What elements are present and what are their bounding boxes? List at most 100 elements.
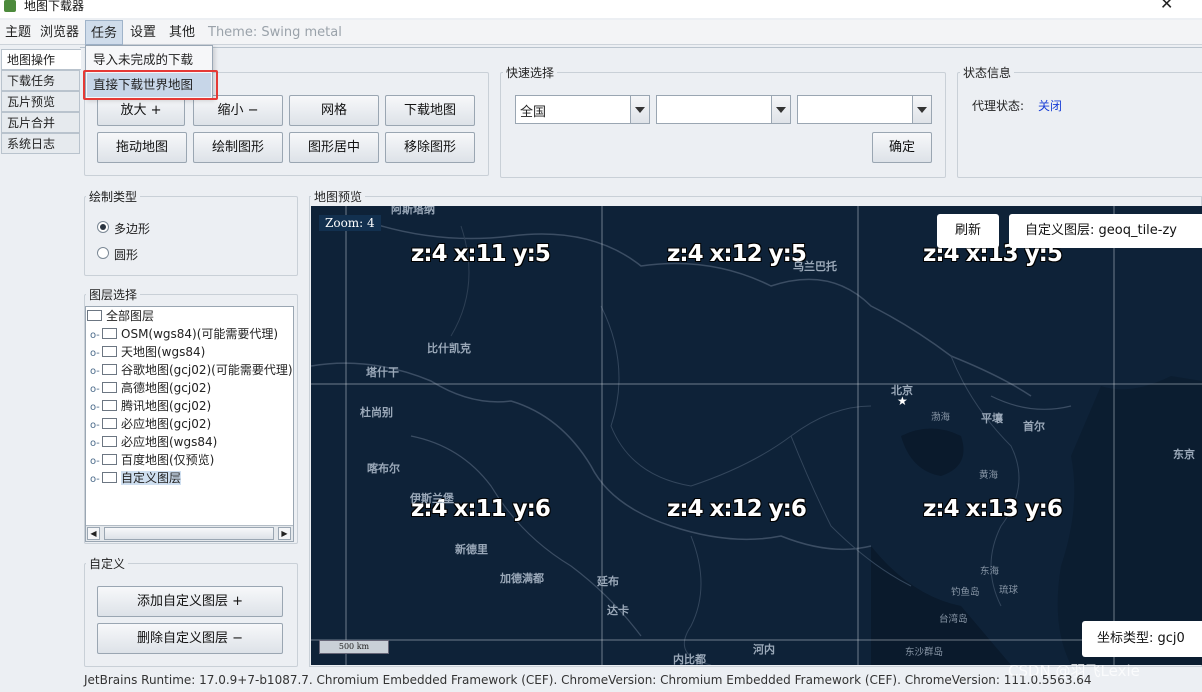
window-title: 地图下载器	[24, 0, 85, 13]
district-select[interactable]	[797, 95, 932, 124]
refresh-button[interactable]: 刷新	[937, 214, 999, 248]
city-label: 北京	[891, 384, 913, 397]
proxy-status-label: 代理状态:	[972, 99, 1025, 113]
tree-item-gaode[interactable]: o‑ 高德地图(gcj02)	[90, 379, 211, 397]
city-label: 钓鱼岛	[951, 587, 980, 598]
city-label: 乌兰巴托	[793, 260, 837, 273]
polygon-radio-label: 多边形	[114, 222, 151, 236]
draw-type-title: 绘制类型	[86, 188, 141, 205]
tree-item-label: 腾讯地图(gcj02)	[121, 399, 212, 413]
close-icon[interactable]: ✕	[1160, 0, 1173, 13]
tree-item-label: 谷歌地图(gcj02)(可能需要代理)	[121, 363, 293, 377]
folder-icon	[102, 364, 117, 375]
tree-item-label: 自定义图层	[121, 471, 182, 485]
tree-item-label: 天地图(wgs84)	[121, 345, 206, 359]
content-divider	[80, 47, 1202, 48]
draw-shape-button[interactable]: 绘制图形	[193, 132, 283, 163]
runtime-status-bar: JetBrains Runtime: 17.0.9+7-b1087.7. Chr…	[84, 673, 1092, 687]
city-label: 东京	[1173, 448, 1195, 461]
tile-label: z:4 x:12 y:5	[667, 241, 807, 267]
chevron-down-icon[interactable]	[630, 96, 649, 123]
tree-item-label: 百度地图(仅预览)	[121, 453, 215, 467]
layer-tree[interactable]: 全部图层 o‑ OSM(wgs84)(可能需要代理) o‑ 天地图(wgs84) o…	[85, 306, 294, 542]
city-label: 平壤	[981, 412, 1003, 425]
watermark: CSDN @羽飞Lexie	[1008, 662, 1140, 680]
tree-item-google[interactable]: o‑ 谷歌地图(gcj02)(可能需要代理)	[90, 361, 293, 379]
city-label: 东海	[980, 566, 1000, 577]
remove-custom-layer-button[interactable]: 删除自定义图层 −	[97, 623, 283, 654]
tab-tile-preview[interactable]: 瓦片预览	[1, 91, 80, 112]
city-label: 渤海	[931, 412, 951, 423]
city-label: 内比都	[673, 653, 706, 665]
city-label: 台湾岛	[939, 614, 968, 625]
download-map-button[interactable]: 下载地图	[385, 95, 475, 126]
folder-icon	[102, 418, 117, 429]
folder-icon	[102, 400, 117, 411]
map-boundaries: ★	[311, 206, 1202, 665]
map-preview-title: 地图预览	[311, 188, 366, 205]
city-label: 河内	[753, 643, 775, 656]
quick-select-title: 快速选择	[503, 64, 558, 81]
center-shape-button[interactable]: 图形居中	[289, 132, 379, 163]
menu-settings[interactable]: 设置	[125, 20, 161, 45]
tile-label: z:4 x:13 y:6	[923, 496, 1063, 522]
province-select[interactable]: 全国	[515, 95, 650, 124]
remove-shape-button[interactable]: 移除图形	[385, 132, 475, 163]
add-custom-layer-button[interactable]: 添加自定义图层 +	[97, 586, 283, 617]
city-label: 喀布尔	[367, 462, 400, 475]
folder-icon	[102, 382, 117, 393]
tree-item-tianditu[interactable]: o‑ 天地图(wgs84)	[90, 343, 205, 361]
chevron-down-icon[interactable]	[771, 96, 790, 123]
city-label: 伊斯兰堡	[410, 492, 454, 505]
tab-tile-merge[interactable]: 瓦片合并	[1, 112, 80, 133]
city-label: 达卡	[607, 604, 629, 617]
menu-item-import-unfinished[interactable]: 导入未完成的下载	[87, 48, 211, 72]
tree-item-bing-wgs[interactable]: o‑ 必应地图(wgs84)	[90, 433, 217, 451]
tab-system-log[interactable]: 系统日志	[1, 133, 80, 154]
confirm-button[interactable]: 确定	[872, 132, 932, 163]
city-label: 廷布	[597, 575, 619, 588]
circle-radio[interactable]	[97, 247, 109, 259]
scale-bar: 500 km	[319, 640, 389, 654]
city-label: 杜尚别	[360, 406, 393, 419]
chevron-down-icon[interactable]	[912, 96, 931, 123]
tree-item-bing-gcj[interactable]: o‑ 必应地图(gcj02)	[90, 415, 211, 433]
tree-item-tencent[interactable]: o‑ 腾讯地图(gcj02)	[90, 397, 211, 415]
city-select[interactable]	[656, 95, 791, 124]
scroll-left-icon[interactable]: ◀	[87, 527, 100, 540]
tab-map-ops[interactable]: 地图操作	[1, 49, 81, 70]
menu-theme[interactable]: 主题	[0, 20, 36, 45]
tree-root-label: 全部图层	[106, 309, 155, 323]
tree-item-custom[interactable]: o‑ 自定义图层	[90, 469, 182, 489]
tree-item-osm[interactable]: o‑ OSM(wgs84)(可能需要代理)	[90, 325, 278, 343]
tab-download-tasks[interactable]: 下载任务	[1, 70, 80, 91]
tree-root[interactable]: 全部图层	[87, 307, 154, 325]
polygon-radio[interactable]	[97, 221, 109, 233]
expand-handle-icon[interactable]: o‑	[90, 471, 102, 489]
app-icon	[4, 0, 16, 12]
grid-button[interactable]: 网格	[289, 95, 379, 126]
highlight-annotation	[83, 70, 218, 100]
map-canvas[interactable]: ★ Zoom: 4 z:4 x:11 y:5 z:4 x:12 y:5 z:4 …	[311, 206, 1202, 665]
city-label: 阿斯塔纳	[391, 206, 435, 216]
city-label: 加德满都	[500, 572, 544, 585]
menu-browser[interactable]: 浏览器	[35, 20, 84, 45]
tree-item-label: 必应地图(wgs84)	[121, 435, 218, 449]
scroll-right-icon[interactable]: ▶	[278, 527, 291, 540]
city-label: 新德里	[455, 543, 488, 556]
tree-horizontal-scrollbar[interactable]: ◀ ▶	[86, 525, 293, 541]
menu-bar: 主题 浏览器 任务 设置 其他 Theme: Swing metal	[0, 20, 1202, 45]
coordinate-type-indicator[interactable]: 坐标类型: gcj0	[1082, 621, 1202, 657]
tree-item-baidu[interactable]: o‑ 百度地图(仅预览)	[90, 451, 214, 469]
custom-layer-indicator[interactable]: 自定义图层: geoq_tile-zy	[1009, 214, 1202, 248]
city-label: 比什凯克	[427, 342, 471, 355]
folder-icon	[87, 310, 102, 321]
menu-other[interactable]: 其他	[164, 20, 200, 45]
province-select-value: 全国	[520, 105, 547, 120]
circle-radio-label: 圆形	[114, 248, 139, 262]
drag-map-button[interactable]: 拖动地图	[97, 132, 187, 163]
scroll-thumb[interactable]	[104, 527, 274, 540]
proxy-status-value: 关闭	[1038, 99, 1063, 113]
menu-task[interactable]: 任务	[85, 20, 124, 45]
folder-icon	[102, 346, 117, 357]
